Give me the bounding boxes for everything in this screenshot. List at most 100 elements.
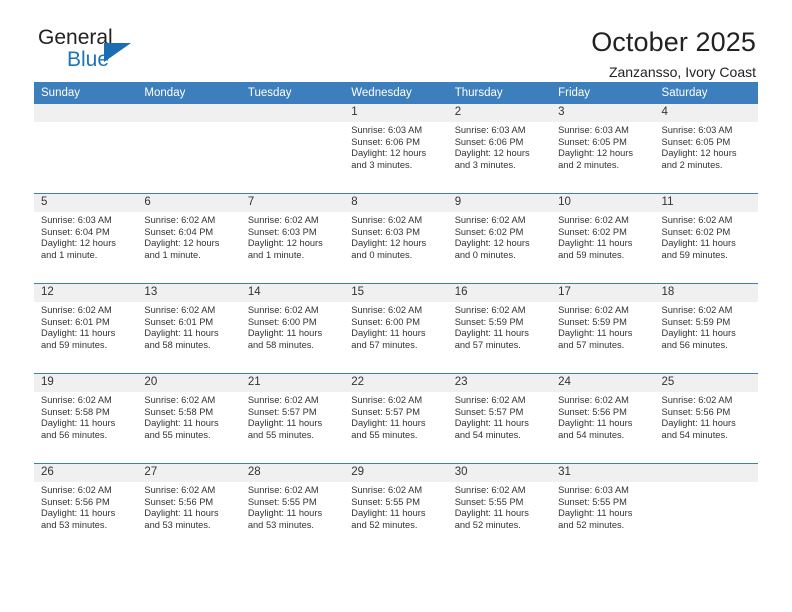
day-number: 22 [344, 374, 448, 392]
calendar-day-cell[interactable]: 12 Sunrise: 6:02 AM Sunset: 6:01 PM Dayligh… [34, 284, 138, 373]
calendar-day-cell[interactable]: 11 Sunrise: 6:02 AM Sunset: 6:02 PM Dayligh… [654, 194, 758, 283]
calendar-day-cell[interactable]: 10 Sunrise: 6:02 AM Sunset: 6:02 PM Dayligh… [551, 194, 655, 283]
calendar-day-cell[interactable]: 25 Sunrise: 6:02 AM Sunset: 5:56 PM Dayligh… [654, 374, 758, 463]
calendar-day-cell[interactable]: 8 Sunrise: 6:02 AM Sunset: 6:03 PM Daylight… [344, 194, 448, 283]
sunrise-text: Sunrise: 6:02 AM [351, 485, 423, 495]
sunset-text: Sunset: 5:58 PM [144, 406, 214, 417]
sunset-text: Sunset: 6:06 PM [351, 136, 420, 147]
day-number [240, 104, 345, 122]
day-details: Sunrise: 6:02 AM Sunset: 6:02 PM Daylight:… [655, 212, 758, 261]
calendar-day-cell[interactable]: 14 Sunrise: 6:02 AM Sunset: 6:00 PM Dayligh… [240, 284, 345, 373]
sunset-text: Sunset: 6:05 PM [661, 136, 731, 147]
sunrise-text: Sunrise: 6:02 AM [454, 395, 526, 405]
day-details: Sunrise: 6:02 AM Sunset: 6:02 PM Daylight:… [448, 212, 551, 261]
calendar-day-cell[interactable]: 31 Sunrise: 6:03 AM Sunset: 5:55 PM Dayligh… [551, 464, 655, 553]
day-details: Sunrise: 6:02 AM Sunset: 5:55 PM Daylight:… [241, 482, 344, 531]
daylight-text-line1: Daylight: 11 hours [41, 418, 116, 429]
day-details: Sunrise: 6:03 AM Sunset: 6:05 PM Daylight:… [655, 122, 758, 171]
day-details: Sunrise: 6:02 AM Sunset: 6:02 PM Daylight:… [551, 212, 654, 261]
calendar-day-cell[interactable]: 17 Sunrise: 6:02 AM Sunset: 5:59 PM Dayligh… [551, 284, 655, 373]
sunrise-text: Sunrise: 6:03 AM [558, 485, 629, 495]
sunset-text: Sunset: 5:57 PM [454, 406, 524, 417]
sunset-text: Sunset: 6:02 PM [661, 226, 731, 237]
calendar-day-cell[interactable]: 30 Sunrise: 6:02 AM Sunset: 5:55 PM Dayligh… [447, 464, 552, 553]
sunset-text: Sunset: 5:55 PM [351, 496, 420, 507]
sunset-text: Sunset: 6:01 PM [41, 316, 110, 327]
daylight-text-line1: Daylight: 11 hours [661, 238, 736, 249]
calendar-day-cell[interactable]: 21 Sunrise: 6:02 AM Sunset: 5:57 PM Dayligh… [240, 374, 345, 463]
calendar-day-cell[interactable]: 27 Sunrise: 6:02 AM Sunset: 5:56 PM Dayligh… [137, 464, 241, 553]
calendar-day-cell[interactable]: 19 Sunrise: 6:02 AM Sunset: 5:58 PM Dayligh… [34, 374, 138, 463]
calendar-day-cell[interactable]: 15 Sunrise: 6:02 AM Sunset: 6:00 PM Dayligh… [344, 284, 448, 373]
daylight-text-line1: Daylight: 12 hours [454, 148, 530, 159]
weekday-header-sunday: Sunday [34, 82, 138, 104]
daylight-text-line2: and 57 minutes. [351, 339, 418, 350]
daylight-text-line1: Daylight: 12 hours [144, 238, 220, 249]
daylight-text-line1: Daylight: 11 hours [351, 508, 426, 519]
sunrise-text: Sunrise: 6:02 AM [454, 485, 526, 495]
generalblue-logo: General Blue [34, 26, 174, 78]
calendar-day-cell[interactable]: 26 Sunrise: 6:02 AM Sunset: 5:56 PM Dayligh… [34, 464, 138, 553]
calendar-body: 1 Sunrise: 6:03 AM Sunset: 6:06 PM Daylight… [34, 104, 758, 553]
calendar-day-cell[interactable]: 5 Sunrise: 6:03 AM Sunset: 6:04 PM Daylight… [34, 194, 138, 283]
calendar-day-cell[interactable]: 29 Sunrise: 6:02 AM Sunset: 5:55 PM Dayligh… [344, 464, 448, 553]
calendar-day-cell[interactable]: 24 Sunrise: 6:02 AM Sunset: 5:56 PM Dayligh… [551, 374, 655, 463]
day-number: 6 [137, 194, 241, 212]
calendar-day-cell[interactable]: 23 Sunrise: 6:02 AM Sunset: 5:57 PM Dayligh… [447, 374, 552, 463]
calendar-day-cell[interactable]: 2 Sunrise: 6:03 AM Sunset: 6:06 PM Daylight… [447, 104, 552, 193]
day-number: 3 [551, 104, 655, 122]
calendar-day-cell[interactable]: 16 Sunrise: 6:02 AM Sunset: 5:59 PM Dayligh… [447, 284, 552, 373]
day-details: Sunrise: 6:02 AM Sunset: 5:55 PM Daylight:… [448, 482, 551, 531]
day-details: Sunrise: 6:02 AM Sunset: 5:59 PM Daylight:… [448, 302, 551, 351]
day-number [654, 464, 758, 482]
day-details: Sunrise: 6:02 AM Sunset: 6:00 PM Daylight:… [344, 302, 447, 351]
day-number: 9 [447, 194, 552, 212]
sunset-text: Sunset: 5:56 PM [558, 406, 627, 417]
calendar-day-cell[interactable]: 20 Sunrise: 6:02 AM Sunset: 5:58 PM Dayligh… [137, 374, 241, 463]
calendar-day-cell[interactable]: 28 Sunrise: 6:02 AM Sunset: 5:55 PM Dayligh… [240, 464, 345, 553]
calendar-day-cell[interactable]: 1 Sunrise: 6:03 AM Sunset: 6:06 PM Daylight… [344, 104, 448, 193]
sunrise-text: Sunrise: 6:02 AM [454, 215, 526, 225]
calendar-day-cell[interactable]: 13 Sunrise: 6:02 AM Sunset: 6:01 PM Dayligh… [137, 284, 241, 373]
daylight-text-line1: Daylight: 12 hours [351, 148, 427, 159]
sunset-text: Sunset: 6:03 PM [247, 226, 317, 237]
sunset-text: Sunset: 5:57 PM [351, 406, 420, 417]
sunset-text: Sunset: 5:59 PM [454, 316, 524, 327]
day-number: 14 [240, 284, 345, 302]
day-details: Sunrise: 6:03 AM Sunset: 6:06 PM Daylight:… [344, 122, 447, 171]
day-number: 20 [137, 374, 241, 392]
calendar-day-cell[interactable]: 18 Sunrise: 6:02 AM Sunset: 5:59 PM Dayligh… [654, 284, 758, 373]
day-number: 16 [447, 284, 552, 302]
daylight-text-line2: and 56 minutes. [41, 429, 108, 440]
day-number [34, 104, 138, 122]
calendar-day-cell[interactable]: 4 Sunrise: 6:03 AM Sunset: 6:05 PM Daylight… [654, 104, 758, 193]
day-number: 17 [551, 284, 655, 302]
day-number: 18 [654, 284, 758, 302]
daylight-text-line2: and 3 minutes. [454, 159, 516, 170]
calendar-day-cell[interactable]: 6 Sunrise: 6:02 AM Sunset: 6:04 PM Daylight… [137, 194, 241, 283]
sunset-text: Sunset: 6:04 PM [144, 226, 214, 237]
calendar-day-cell[interactable]: 7 Sunrise: 6:02 AM Sunset: 6:03 PM Daylight… [240, 194, 345, 283]
daylight-text-line2: and 54 minutes. [454, 429, 521, 440]
calendar-day-cell[interactable]: 3 Sunrise: 6:03 AM Sunset: 6:05 PM Daylight… [551, 104, 655, 193]
daylight-text-line2: and 53 minutes. [41, 519, 108, 530]
day-details: Sunrise: 6:02 AM Sunset: 5:55 PM Daylight:… [344, 482, 447, 531]
daylight-text-line2: and 2 minutes. [558, 159, 620, 170]
day-number: 7 [240, 194, 345, 212]
sunset-text: Sunset: 5:55 PM [558, 496, 627, 507]
daylight-text-line2: and 1 minute. [144, 249, 201, 260]
day-details: Sunrise: 6:02 AM Sunset: 5:59 PM Daylight:… [551, 302, 654, 351]
day-number: 8 [344, 194, 448, 212]
daylight-text-line2: and 55 minutes. [351, 429, 418, 440]
calendar-day-cell[interactable]: 9 Sunrise: 6:02 AM Sunset: 6:02 PM Daylight… [447, 194, 552, 283]
day-details: Sunrise: 6:02 AM Sunset: 5:56 PM Daylight:… [551, 392, 654, 441]
weekday-header-thursday: Thursday [447, 82, 552, 104]
daylight-text-line2: and 56 minutes. [661, 339, 728, 350]
daylight-text-line2: and 59 minutes. [558, 249, 625, 260]
day-details: Sunrise: 6:02 AM Sunset: 6:04 PM Daylight:… [137, 212, 240, 261]
daylight-text-line1: Daylight: 11 hours [661, 418, 736, 429]
calendar-day-cell[interactable]: 22 Sunrise: 6:02 AM Sunset: 5:57 PM Dayligh… [344, 374, 448, 463]
day-details: Sunrise: 6:02 AM Sunset: 5:58 PM Daylight:… [34, 392, 137, 441]
daylight-text-line2: and 58 minutes. [144, 339, 211, 350]
day-details: Sunrise: 6:02 AM Sunset: 6:03 PM Daylight:… [344, 212, 447, 261]
